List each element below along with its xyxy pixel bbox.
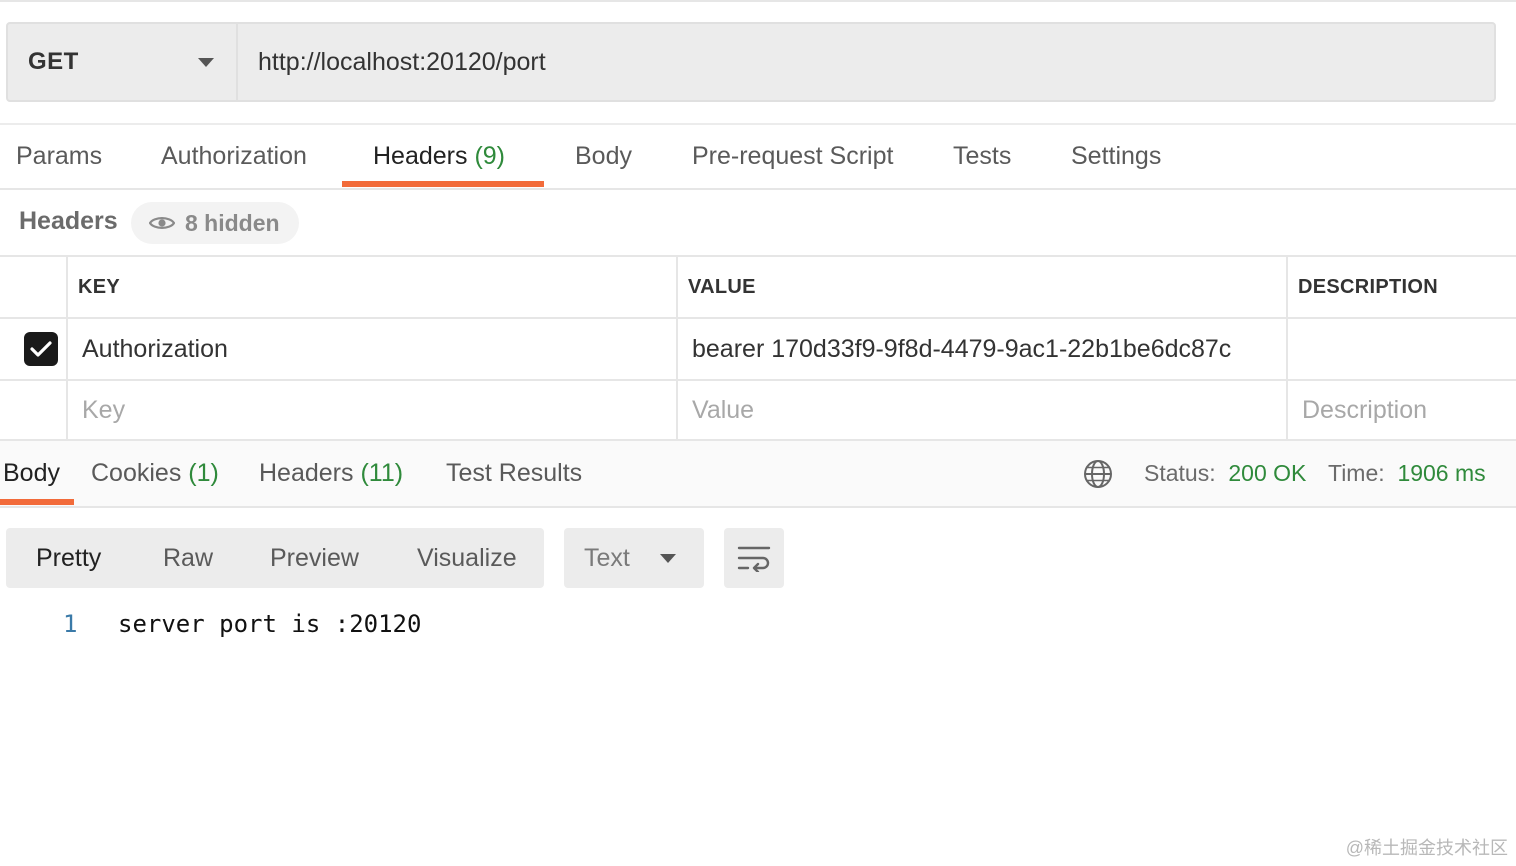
tab-cookies[interactable]: Cookies (1) <box>91 441 219 506</box>
header-key-cell[interactable]: Authorization <box>82 319 228 379</box>
top-divider <box>0 0 1516 2</box>
tab-label: Headers <box>259 459 354 487</box>
method-label: GET <box>28 48 79 75</box>
tab-params[interactable]: Params <box>16 125 102 190</box>
tab-label: Settings <box>1071 142 1162 170</box>
active-response-tab-indicator <box>0 499 74 505</box>
header-value-cell[interactable]: bearer 170d33f9-9f8d-4479-9ac1-22b1be6dc… <box>692 319 1231 379</box>
table-row-new: Key Value Description <box>0 379 1516 441</box>
tab-response-body[interactable]: Body <box>3 441 60 506</box>
row-checkbox-cell <box>24 319 58 379</box>
tab-count: (9) <box>474 142 506 170</box>
mode-visualize[interactable]: Visualize <box>417 528 517 588</box>
tab-test-results[interactable]: Test Results <box>446 441 582 506</box>
tab-count: (1) <box>188 459 219 487</box>
header-enabled-checkbox[interactable] <box>24 332 58 366</box>
method-select[interactable]: GET <box>8 24 238 100</box>
response-status: Status: 200 OK <box>1144 441 1306 506</box>
status-label: Status: <box>1144 460 1216 486</box>
checkmark-icon <box>30 341 52 357</box>
headers-table: KEY VALUE DESCRIPTION Authorization bear… <box>0 255 1516 441</box>
column-divider <box>66 255 68 441</box>
wrap-lines-button[interactable] <box>724 528 784 588</box>
time-label: Time: <box>1328 460 1385 486</box>
mode-raw[interactable]: Raw <box>163 528 213 588</box>
new-description-input[interactable]: Description <box>1302 381 1427 439</box>
tab-label: Params <box>16 142 103 170</box>
format-mode-segmented-control: Pretty Raw Preview Visualize <box>6 528 544 588</box>
eye-icon <box>149 217 175 229</box>
request-tabs: Params Authorization Headers (9) Body Pr… <box>0 123 1516 190</box>
column-header-description: DESCRIPTION <box>1298 275 1438 298</box>
column-header-key: KEY <box>78 275 121 298</box>
format-type-label: Text <box>584 543 630 572</box>
tab-body[interactable]: Body <box>575 125 632 190</box>
mode-preview[interactable]: Preview <box>270 528 359 588</box>
globe-icon[interactable] <box>1083 459 1113 489</box>
wrap-lines-icon <box>737 546 771 572</box>
tab-authorization[interactable]: Authorization <box>161 125 307 190</box>
tab-label: Authorization <box>161 142 307 170</box>
tab-label: Tests <box>953 142 1012 170</box>
mode-pretty[interactable]: Pretty <box>36 528 101 588</box>
new-value-input[interactable]: Value <box>692 381 754 439</box>
tab-label: Cookies <box>91 459 182 487</box>
tab-label: Body <box>575 142 632 170</box>
response-time[interactable]: Time: 1906 ms <box>1328 441 1486 506</box>
column-header-value: VALUE <box>688 275 756 298</box>
response-body-line: server port is :20120 <box>118 610 422 638</box>
table-row: Authorization bearer 170d33f9-9f8d-4479-… <box>0 317 1516 379</box>
format-type-select[interactable]: Text <box>564 528 704 588</box>
tab-pre-request-script[interactable]: Pre-request Script <box>692 125 893 190</box>
url-input[interactable] <box>238 24 1494 100</box>
tab-label: Pre-request Script <box>692 142 894 170</box>
status-value: 200 OK <box>1228 460 1307 486</box>
tab-label: Test Results <box>446 459 583 487</box>
column-divider <box>676 255 678 441</box>
hidden-headers-label: 8 hidden <box>185 209 280 236</box>
active-tab-indicator <box>342 181 544 187</box>
hidden-headers-toggle[interactable]: 8 hidden <box>131 202 299 244</box>
new-key-input[interactable]: Key <box>82 381 125 439</box>
tab-tests[interactable]: Tests <box>953 125 1011 190</box>
time-value: 1906 ms <box>1397 460 1486 486</box>
table-header-row: KEY VALUE DESCRIPTION <box>0 255 1516 317</box>
chevron-down-icon <box>660 553 676 563</box>
headers-section-title: Headers <box>19 207 118 235</box>
column-divider <box>1286 255 1288 441</box>
tab-response-headers[interactable]: Headers (11) <box>259 441 403 506</box>
chevron-down-icon <box>198 57 214 67</box>
tab-settings[interactable]: Settings <box>1071 125 1161 190</box>
tab-label: Body <box>3 459 60 487</box>
tab-label: Headers <box>373 142 468 170</box>
line-number: 1 <box>63 610 78 638</box>
watermark-text: @稀土掘金技术社区 <box>1345 838 1508 858</box>
request-url-bar: GET <box>6 22 1496 102</box>
tab-count: (11) <box>360 459 404 487</box>
